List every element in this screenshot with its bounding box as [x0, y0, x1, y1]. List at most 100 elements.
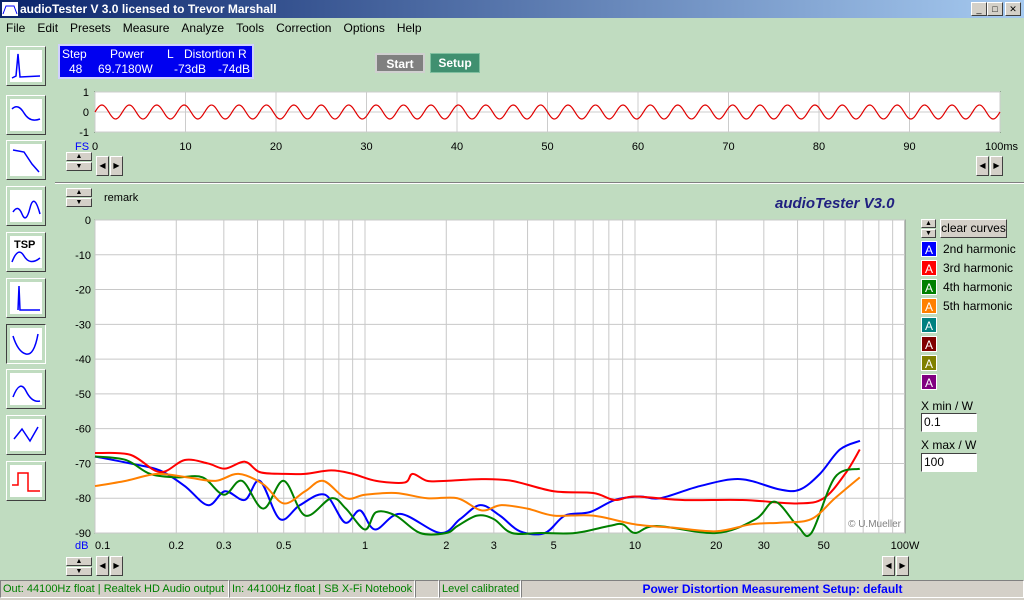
scope-zoom-right-button[interactable]: ▶: [990, 156, 1003, 176]
chart-scale-down-button[interactable]: ▼: [66, 567, 92, 576]
scope-x-tick: 50: [541, 141, 553, 153]
x-tick-label: 30: [758, 540, 770, 552]
scope-x-tick: 80: [813, 141, 825, 153]
x-min-input[interactable]: 0.1: [921, 413, 977, 432]
x-max-input[interactable]: 100: [921, 453, 977, 472]
chart-scroll-right-button[interactable]: ▶: [110, 556, 123, 576]
x-tick-label: 1: [362, 540, 368, 552]
chart-scroll-left-button[interactable]: ◀: [96, 556, 109, 576]
remark-up-button[interactable]: ▲: [66, 188, 92, 197]
scope-x-tick: 30: [360, 141, 372, 153]
scope-scroll-left-button[interactable]: ◀: [96, 156, 109, 176]
legend-label: 4th harmonic: [943, 280, 1013, 294]
speaker-response-glyph: [12, 385, 41, 403]
power-distortion-tool-button[interactable]: [6, 324, 46, 364]
copyright-label: © U.Mueller: [848, 519, 902, 530]
curves-down-button[interactable]: ▼: [921, 229, 936, 238]
curve-8-toggle[interactable]: A: [921, 374, 937, 390]
chart-scale-up-button[interactable]: ▲: [66, 557, 92, 566]
spectrum-analyzer-glyph: [11, 53, 41, 79]
title-bar: audioTester V 3.0 licensed to Trevor Mar…: [0, 0, 1024, 18]
minimize-button[interactable]: _: [971, 2, 987, 16]
status-level: Level calibrated: [439, 580, 521, 598]
x-max-label: X max / W: [921, 438, 977, 452]
x-tick-label: 0.1: [95, 540, 110, 552]
curve-2-toggle[interactable]: A: [921, 260, 937, 276]
curve-3-toggle[interactable]: A: [921, 279, 937, 295]
y-tick-label: -90: [75, 528, 91, 540]
recorder-tool-button[interactable]: [6, 415, 46, 455]
setup-button[interactable]: Setup: [430, 53, 480, 73]
curve-6-toggle[interactable]: A: [921, 336, 937, 352]
y-tick-label: -80: [75, 493, 91, 505]
tsp-tool-button[interactable]: TSP: [6, 232, 46, 272]
speaker-response-tool-button[interactable]: [6, 369, 46, 409]
x-tick-label: 50: [818, 540, 830, 552]
x-tick-label: 2: [443, 540, 449, 552]
close-button[interactable]: ✕: [1005, 2, 1021, 16]
y-tick-label: -50: [75, 389, 91, 401]
menu-edit[interactable]: Edit: [31, 21, 64, 35]
curve-4-toggle[interactable]: A: [921, 298, 937, 314]
tsp-icon: TSP: [10, 236, 42, 268]
curves-up-button[interactable]: ▲: [921, 219, 936, 228]
maximize-button[interactable]: □: [987, 2, 1003, 16]
scope-scale-down-button[interactable]: ▼: [66, 162, 92, 171]
menu-bar: File Edit Presets Measure Analyze Tools …: [0, 18, 1024, 38]
status-bar: Out: 44100Hz float | Realtek HD Audio ou…: [0, 580, 1024, 600]
curve-1-toggle[interactable]: A: [921, 241, 937, 257]
r-label: R: [238, 47, 247, 61]
scope-y-tick: -1: [79, 127, 89, 139]
distortion-glyph: [12, 200, 41, 219]
spectrum-analyzer-icon: [10, 50, 42, 82]
scope-zoom-left-button[interactable]: ◀: [976, 156, 989, 176]
legend-label: 2nd harmonic: [943, 242, 1016, 256]
menu-tools[interactable]: Tools: [230, 21, 270, 35]
power-distortion-glyph: [12, 333, 39, 355]
x-tick-label: 100W: [891, 540, 920, 552]
remark-down-button[interactable]: ▼: [66, 198, 92, 207]
legend-label: 5th harmonic: [943, 299, 1013, 313]
power-label: Power: [110, 47, 145, 61]
remark-label[interactable]: remark: [104, 192, 138, 204]
curve-5-toggle[interactable]: A: [921, 317, 937, 333]
waveform-tool-button[interactable]: [6, 461, 46, 501]
recorder-icon: [10, 419, 42, 451]
plot-area: [94, 219, 906, 534]
impulse-tool-button[interactable]: [6, 278, 46, 318]
menu-correction[interactable]: Correction: [270, 21, 337, 35]
y-tick-label: -40: [75, 354, 91, 366]
spectrum-analyzer-tool-button[interactable]: [6, 46, 46, 86]
menu-options[interactable]: Options: [337, 21, 390, 35]
chart-zoom-left-button[interactable]: ◀: [882, 556, 895, 576]
frequency-response-tool-button[interactable]: [6, 140, 46, 180]
distortion-tool-button[interactable]: [6, 186, 46, 226]
scope-x-tick: 40: [451, 141, 463, 153]
tsp-glyph: [11, 251, 41, 263]
status-input: In: 44100Hz float | SB X-Fi Notebook: [229, 580, 415, 598]
r-distortion-value: -74dB: [218, 62, 251, 76]
window-title: audioTester V 3.0 licensed to Trevor Mar…: [20, 2, 277, 16]
start-button[interactable]: Start: [375, 53, 425, 73]
clear-curves-button[interactable]: clear curves: [940, 219, 1007, 238]
y-tick-label: -70: [75, 458, 91, 470]
y-tick-label: -20: [75, 285, 91, 297]
distortion-chart: 0 -10 -20 -30 -40 -50 -60 -70 -80 -90 0.1 0.2 0.3 0.5…: [75, 215, 920, 552]
scope-y-tick: 1: [83, 88, 89, 99]
oscilloscope-tool-button[interactable]: [6, 95, 46, 135]
chart-zoom-right-button[interactable]: ▶: [896, 556, 909, 576]
menu-file[interactable]: File: [0, 21, 31, 35]
scope-x-tick: 60: [632, 141, 644, 153]
scope-scale-up-button[interactable]: ▲: [66, 152, 92, 161]
distortion-label: Distortion: [184, 47, 235, 61]
scope-scroll-right-button[interactable]: ▶: [110, 156, 123, 176]
menu-measure[interactable]: Measure: [117, 21, 176, 35]
menu-help[interactable]: Help: [391, 21, 428, 35]
y-tick-label: 0: [85, 215, 91, 227]
menu-presets[interactable]: Presets: [64, 21, 117, 35]
menu-analyze[interactable]: Analyze: [175, 21, 230, 35]
impulse-icon: [10, 282, 42, 314]
tsp-text: TSP: [14, 239, 35, 251]
scope-y-tick: 0: [83, 107, 89, 119]
curve-7-toggle[interactable]: A: [921, 355, 937, 371]
